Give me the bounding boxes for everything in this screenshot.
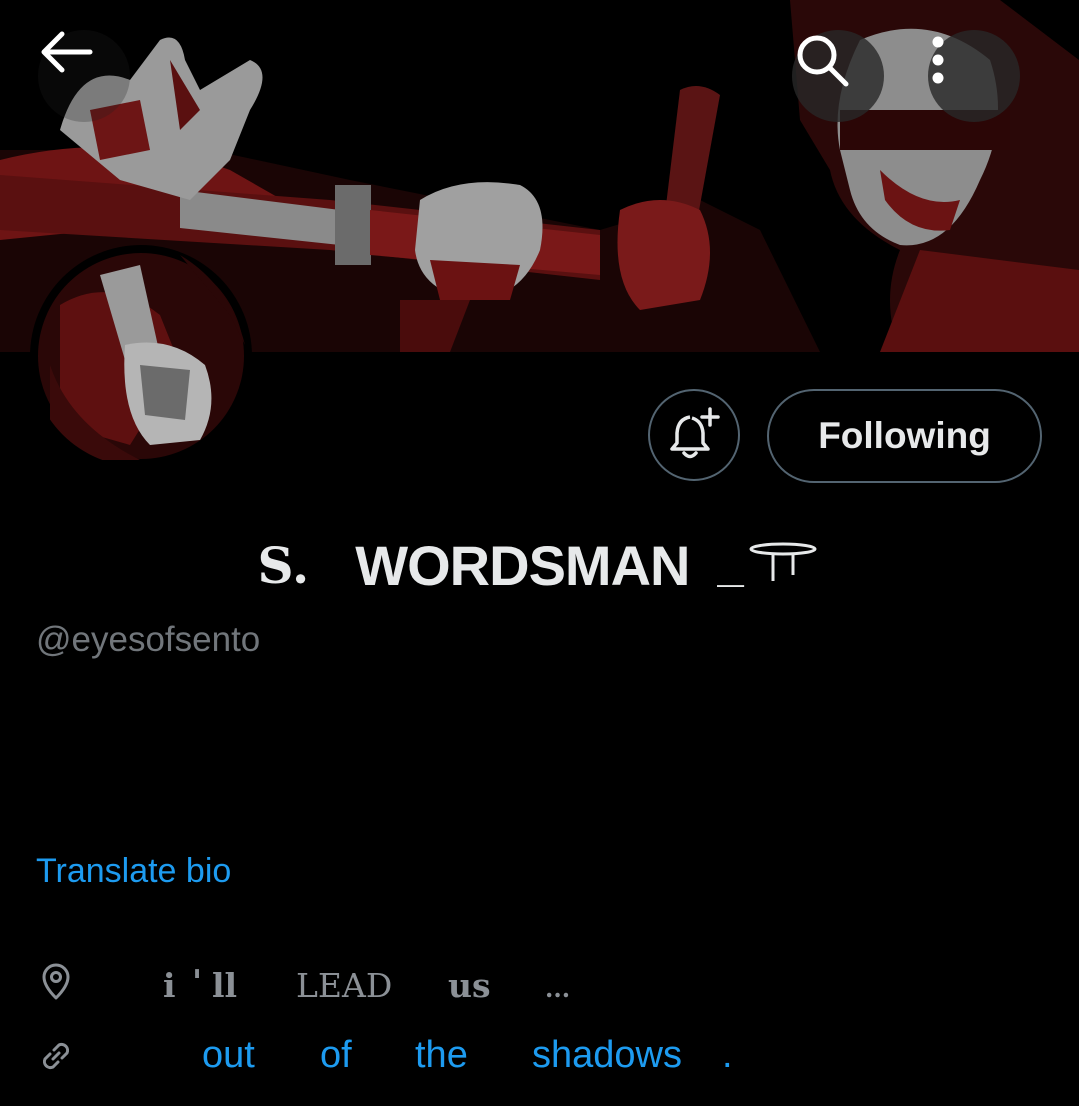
website-word[interactable]: of	[320, 1034, 352, 1077]
more-vertical-icon	[932, 36, 944, 84]
svg-text:_: _	[717, 539, 745, 592]
link-icon	[42, 1042, 70, 1070]
display-name-prefix: S.	[257, 535, 310, 595]
location-word: i	[163, 966, 176, 1005]
more-options-button[interactable]	[928, 30, 1020, 122]
search-button[interactable]	[792, 30, 884, 122]
back-button[interactable]	[38, 30, 130, 122]
search-icon	[797, 35, 849, 87]
arrow-left-icon	[41, 31, 93, 73]
location-word: us	[448, 966, 491, 1005]
location-word: '	[192, 962, 203, 1001]
profile-avatar[interactable]	[30, 245, 252, 467]
decorative-symbol-icon: _	[717, 539, 817, 592]
location-word: ...	[545, 974, 571, 1003]
user-handle: @eyesofsento	[36, 620, 261, 659]
website-word[interactable]: out	[202, 1034, 255, 1077]
bell-plus-icon	[670, 407, 720, 459]
notifications-button[interactable]	[648, 389, 740, 481]
website-word[interactable]: the	[415, 1034, 468, 1077]
location-word: ll	[212, 966, 238, 1005]
translate-bio-link[interactable]: Translate bio	[36, 852, 231, 891]
website-word[interactable]: .	[722, 1034, 733, 1077]
display-name: S. WORDSMAN _	[0, 530, 1079, 600]
location-word: LEAD	[296, 966, 393, 1005]
display-name-main: WORDSMAN	[355, 533, 690, 597]
website-word[interactable]: shadows	[532, 1034, 682, 1077]
following-button[interactable]: Following	[767, 389, 1042, 483]
location-pin-icon	[42, 963, 70, 1000]
avatar-image	[38, 253, 245, 460]
